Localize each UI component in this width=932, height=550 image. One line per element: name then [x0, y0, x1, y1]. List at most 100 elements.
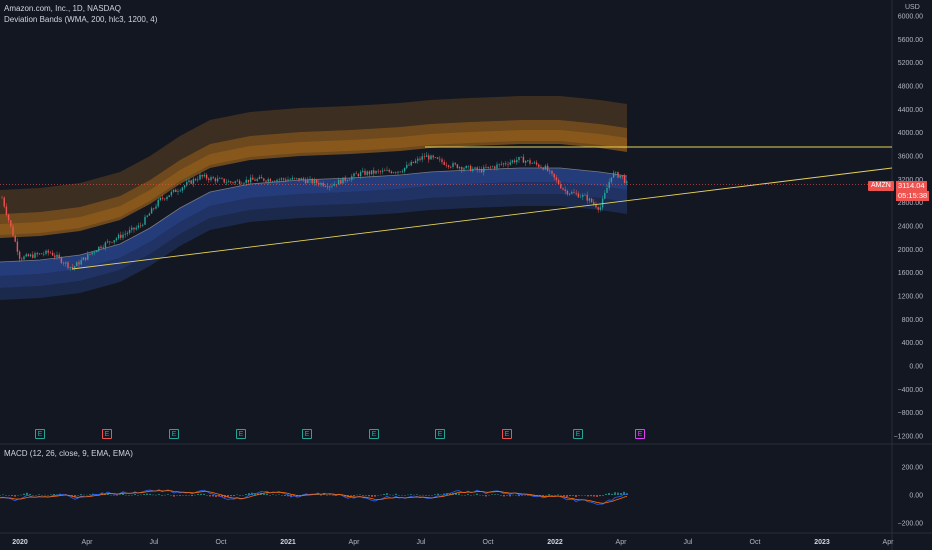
candle-body	[234, 181, 236, 183]
macd-histogram-bar	[497, 494, 499, 495]
candle-body	[513, 160, 516, 163]
macd-histogram-bar	[185, 495, 187, 496]
macd-histogram-bar	[47, 495, 49, 496]
macd-histogram-bar	[599, 495, 601, 497]
candle-body	[199, 174, 201, 180]
candle-body	[287, 179, 289, 181]
candle-body	[518, 156, 520, 161]
macd-histogram-bar	[470, 495, 472, 496]
candle-body	[243, 183, 245, 184]
macd-histogram-bar	[518, 495, 520, 497]
chart-title[interactable]: Amazon.com, Inc., 1D, NASDAQ	[4, 4, 121, 13]
macd-histogram-bar	[392, 494, 394, 496]
candle-body	[362, 170, 364, 173]
candle-body	[474, 167, 476, 169]
macd-histogram-bar	[329, 494, 331, 496]
candle-body	[269, 179, 272, 182]
candle-body	[531, 163, 533, 164]
candle-body	[159, 197, 162, 200]
time-axis-label: 2023	[814, 539, 830, 546]
price-axis-label: 4400.00	[898, 107, 923, 114]
candle-body	[557, 180, 560, 185]
macd-histogram-bar	[122, 493, 124, 495]
candle-body	[115, 238, 118, 241]
macd-histogram-bar	[332, 495, 334, 496]
candle-body	[423, 156, 426, 157]
candle-body	[58, 254, 60, 258]
macd-histogram-bar	[266, 493, 268, 495]
earnings-event-icon[interactable]: E	[236, 429, 246, 439]
macd-histogram-bar	[0, 494, 1, 496]
candle-body	[23, 256, 25, 260]
earnings-event-icon[interactable]: E	[635, 429, 645, 439]
time-axis-label: Apr	[82, 539, 94, 546]
macd-histogram-bar	[140, 494, 142, 496]
candle-body	[421, 156, 423, 160]
earnings-event-icon[interactable]: E	[369, 429, 379, 439]
candle-body	[447, 165, 450, 167]
macd-legend[interactable]: MACD (12, 26, close, 9, EMA, EMA)	[4, 449, 133, 458]
macd-histogram-bar	[422, 494, 424, 496]
macd-histogram-bar	[431, 495, 433, 496]
earnings-event-icon[interactable]: E	[35, 429, 45, 439]
macd-histogram-bar	[353, 495, 355, 497]
price-chart[interactable]: 6000.00 5600.00 5200.00 4800.00 4400.00 4000.…	[0, 0, 932, 550]
candle-body	[177, 191, 179, 192]
candle-body	[236, 180, 239, 182]
candle-body	[10, 220, 12, 227]
time-axis-label: 2022	[547, 539, 563, 546]
candle-body	[192, 179, 195, 184]
candle-body	[93, 252, 96, 253]
macd-histogram-bar	[194, 494, 196, 496]
candle-body	[219, 178, 221, 179]
currency-label: USD	[905, 4, 920, 11]
candle-body	[579, 196, 582, 198]
candle-body	[353, 173, 355, 177]
price-axis-label: 6000.00	[898, 14, 923, 21]
candle-body	[575, 192, 577, 194]
candle-body	[227, 181, 230, 183]
macd-histogram-bar	[134, 494, 136, 495]
earnings-event-icon[interactable]: E	[502, 429, 512, 439]
macd-histogram-bar	[569, 495, 571, 497]
candle-body	[417, 158, 419, 161]
candle-body	[280, 178, 283, 180]
candle-body	[340, 179, 342, 184]
earnings-event-icon[interactable]: E	[102, 429, 112, 439]
candle-body	[430, 155, 432, 160]
candle-body	[379, 171, 382, 172]
candle-body	[56, 254, 58, 257]
earnings-event-icon[interactable]: E	[302, 429, 312, 439]
candle-body	[463, 168, 465, 170]
price-axis-label: −800.00	[898, 410, 924, 417]
earnings-event-icon[interactable]: E	[573, 429, 583, 439]
macd-histogram-bar	[407, 494, 409, 496]
macd-histogram-bar	[557, 494, 559, 496]
earnings-event-icon[interactable]: E	[169, 429, 179, 439]
time-axis-label: Apr	[349, 539, 361, 546]
macd-histogram-bar	[239, 495, 241, 496]
candle-body	[507, 164, 509, 165]
macd-histogram-bar	[32, 495, 34, 496]
candle-body	[480, 169, 483, 173]
macd-histogram-bar	[362, 495, 364, 496]
macd-histogram-bar	[467, 494, 469, 495]
macd-histogram-bar	[80, 494, 82, 495]
candle-body	[359, 172, 362, 177]
candle-body	[606, 188, 608, 193]
candle-body	[54, 255, 56, 257]
macd-histogram-bar	[512, 494, 514, 496]
candle-body	[265, 180, 267, 182]
macd-axis-label: 0.00	[909, 493, 923, 500]
earnings-event-icon[interactable]: E	[435, 429, 445, 439]
candle-body	[100, 246, 102, 248]
macd-histogram-bar	[41, 495, 43, 496]
candle-body	[271, 181, 274, 182]
candle-body	[401, 171, 404, 173]
candle-body	[586, 194, 588, 201]
candle-body	[186, 182, 188, 186]
candle-body	[311, 178, 313, 184]
macd-histogram-bar	[386, 493, 388, 495]
candle-body	[263, 178, 265, 181]
indicator-legend[interactable]: Deviation Bands (WMA, 200, hlc3, 1200, 4…	[4, 15, 157, 24]
